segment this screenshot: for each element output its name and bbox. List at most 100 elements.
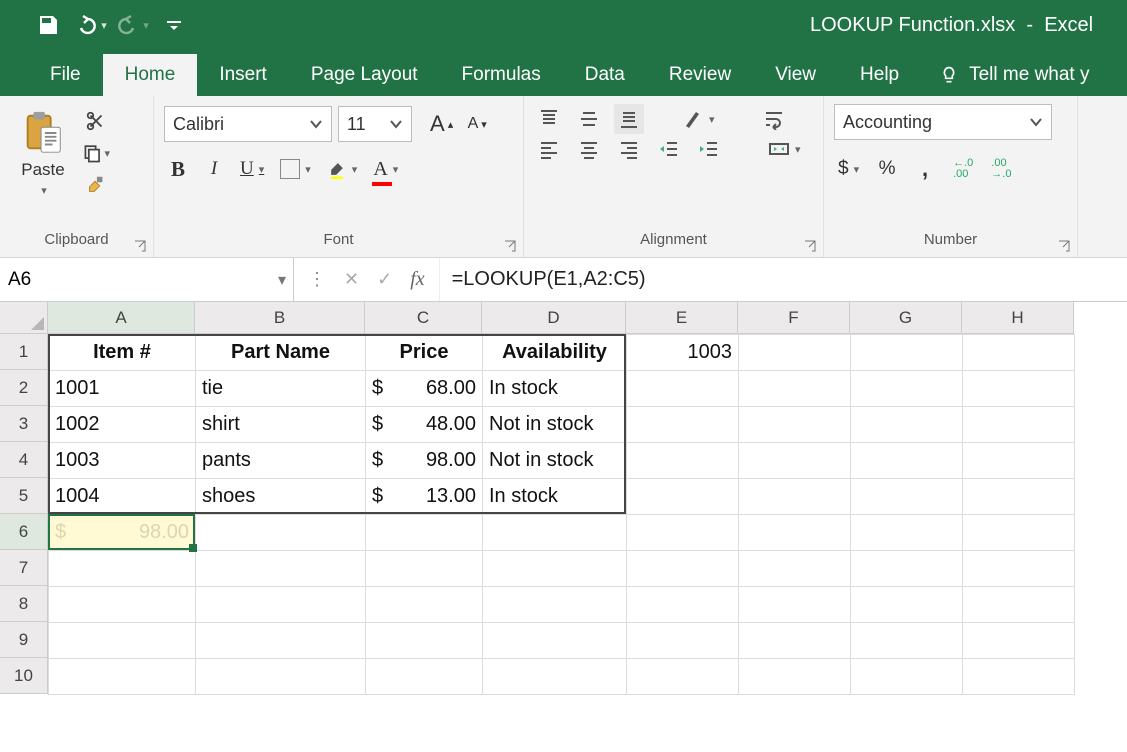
cell[interactable]: [851, 587, 963, 623]
cell[interactable]: 1002: [49, 407, 196, 443]
decrease-decimal-button[interactable]: .00 →.0: [987, 154, 1015, 184]
cell[interactable]: [963, 443, 1075, 479]
column-header-H[interactable]: H: [962, 302, 1074, 334]
save-button[interactable]: [30, 7, 66, 43]
tab-home[interactable]: Home: [103, 54, 198, 96]
dropdown-icon[interactable]: ▾: [305, 163, 311, 176]
cell[interactable]: $13.00: [366, 479, 483, 515]
cell[interactable]: [963, 623, 1075, 659]
accounting-format-button[interactable]: $▾: [834, 154, 863, 184]
cell[interactable]: Part Name: [196, 335, 366, 371]
insert-function-button[interactable]: fx: [410, 268, 424, 291]
column-headers[interactable]: ABCDEFGH: [48, 302, 1074, 334]
row-header-6[interactable]: 6: [0, 514, 48, 550]
cell[interactable]: In stock: [483, 479, 627, 515]
row-header-7[interactable]: 7: [0, 550, 48, 586]
formula-input[interactable]: [440, 258, 1127, 301]
font-size-combo[interactable]: 11: [338, 106, 412, 142]
dropdown-icon[interactable]: ▾: [795, 143, 801, 156]
merge-center-button[interactable]: ▾: [764, 134, 805, 164]
increase-indent-button[interactable]: [694, 134, 724, 164]
bold-button[interactable]: B: [164, 154, 192, 184]
number-format-combo[interactable]: Accounting: [834, 104, 1052, 140]
tab-page-layout[interactable]: Page Layout: [289, 54, 440, 96]
copy-button[interactable]: ▾: [82, 142, 110, 164]
cell[interactable]: [196, 515, 366, 551]
tab-review[interactable]: Review: [647, 54, 753, 96]
cell[interactable]: [366, 551, 483, 587]
cell[interactable]: shirt: [196, 407, 366, 443]
dialog-launcher-icon[interactable]: [133, 239, 147, 253]
cell[interactable]: [49, 551, 196, 587]
cell[interactable]: pants: [196, 443, 366, 479]
cell[interactable]: shoes: [196, 479, 366, 515]
borders-button[interactable]: ▾: [276, 154, 315, 184]
dropdown-icon[interactable]: ▾: [104, 147, 110, 160]
cell[interactable]: 1004: [49, 479, 196, 515]
cell[interactable]: $68.00: [366, 371, 483, 407]
cell[interactable]: [196, 551, 366, 587]
percent-format-button[interactable]: %: [873, 154, 901, 184]
column-header-F[interactable]: F: [738, 302, 850, 334]
redo-button[interactable]: ▾: [114, 7, 150, 43]
tab-file[interactable]: File: [28, 54, 103, 96]
cell[interactable]: [483, 659, 627, 695]
cell[interactable]: In stock: [483, 371, 627, 407]
column-header-D[interactable]: D: [482, 302, 626, 334]
tab-formulas[interactable]: Formulas: [440, 54, 563, 96]
dropdown-icon[interactable]: ▾: [352, 163, 358, 176]
cell[interactable]: [963, 551, 1075, 587]
cell[interactable]: [851, 335, 963, 371]
select-all-button[interactable]: [0, 302, 48, 334]
row-header-10[interactable]: 10: [0, 658, 48, 694]
row-header-4[interactable]: 4: [0, 442, 48, 478]
underline-button[interactable]: U▾: [236, 154, 268, 184]
cell[interactable]: 1003: [627, 335, 739, 371]
cell[interactable]: $48.00: [366, 407, 483, 443]
dropdown-icon[interactable]: ▾: [259, 163, 265, 176]
cell[interactable]: [963, 587, 1075, 623]
format-painter-button[interactable]: [82, 174, 110, 196]
align-right-button[interactable]: [614, 134, 644, 164]
cell[interactable]: Price: [366, 335, 483, 371]
cell[interactable]: Item #: [49, 335, 196, 371]
cell[interactable]: [851, 443, 963, 479]
decrease-indent-button[interactable]: [654, 134, 684, 164]
dropdown-icon[interactable]: ▾: [41, 184, 47, 197]
name-box[interactable]: [0, 258, 271, 301]
namebox-dropdown[interactable]: ▾: [271, 270, 293, 290]
align-top-button[interactable]: [534, 104, 564, 134]
dialog-launcher-icon[interactable]: [503, 239, 517, 253]
cell[interactable]: [627, 623, 739, 659]
cell[interactable]: [49, 623, 196, 659]
increase-decimal-button[interactable]: ←.0 .00: [949, 154, 977, 184]
cell[interactable]: [963, 407, 1075, 443]
row-header-5[interactable]: 5: [0, 478, 48, 514]
comma-format-button[interactable]: ,: [911, 154, 939, 184]
align-center-button[interactable]: [574, 134, 604, 164]
cell[interactable]: [851, 623, 963, 659]
cell[interactable]: [851, 551, 963, 587]
dropdown-icon[interactable]: ▾: [393, 163, 399, 176]
cell[interactable]: [627, 587, 739, 623]
cell[interactable]: [739, 407, 851, 443]
cell[interactable]: [483, 587, 627, 623]
tab-view[interactable]: View: [753, 54, 838, 96]
align-bottom-button[interactable]: [614, 104, 644, 134]
cell[interactable]: [963, 479, 1075, 515]
cell[interactable]: [963, 371, 1075, 407]
cell[interactable]: [627, 551, 739, 587]
cell[interactable]: [963, 659, 1075, 695]
decrease-font-button[interactable]: A▾: [463, 109, 491, 139]
cell[interactable]: [739, 623, 851, 659]
column-header-A[interactable]: A: [48, 302, 195, 334]
cell[interactable]: [366, 515, 483, 551]
cell[interactable]: [851, 407, 963, 443]
row-header-8[interactable]: 8: [0, 586, 48, 622]
row-header-1[interactable]: 1: [0, 334, 48, 370]
cell[interactable]: [627, 407, 739, 443]
dialog-launcher-icon[interactable]: [803, 239, 817, 253]
orientation-button[interactable]: ▾: [678, 104, 719, 134]
fill-color-button[interactable]: ▾: [323, 154, 362, 184]
cut-button[interactable]: [82, 110, 110, 132]
